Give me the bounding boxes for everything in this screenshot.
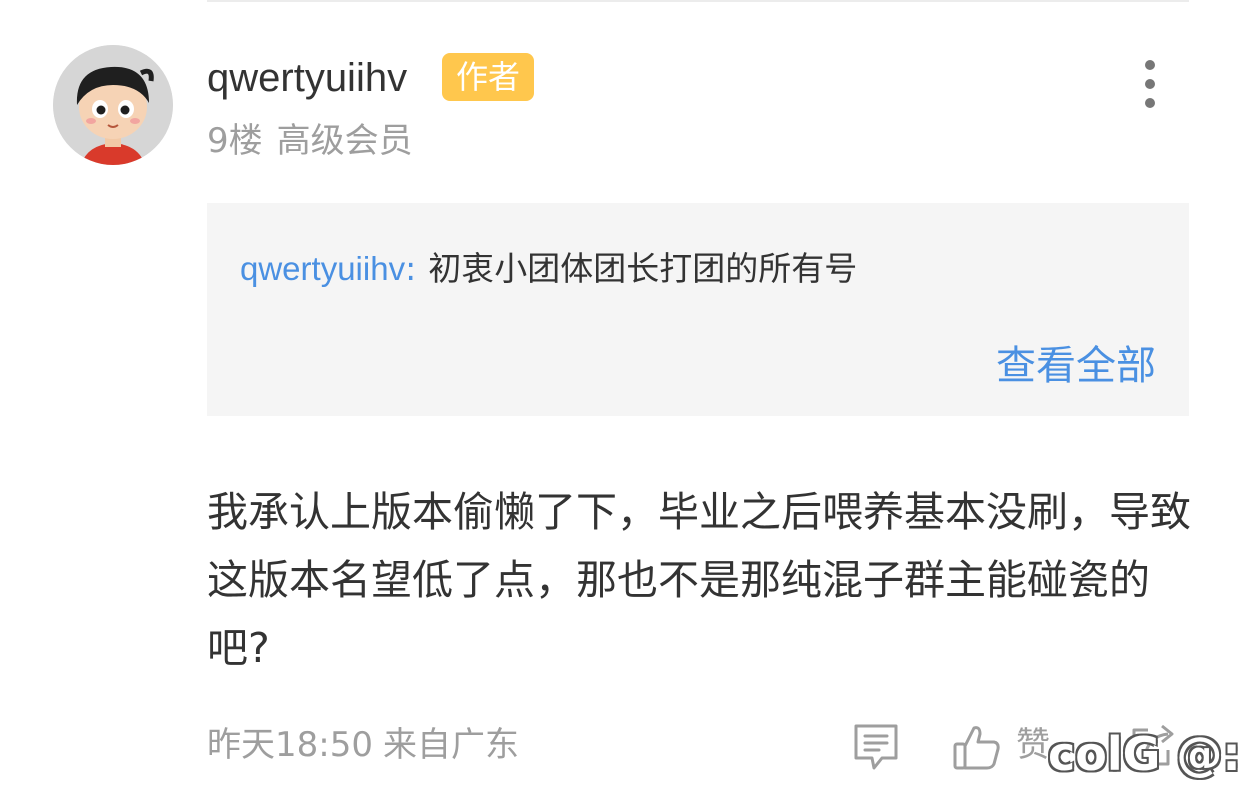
location: 来自广东 (382, 725, 519, 765)
thumbs-up-icon (953, 726, 1000, 770)
watermark: colG @: (1048, 727, 1241, 781)
member-level: 高级会员 (276, 121, 413, 161)
more-options-button[interactable] (1132, 56, 1168, 112)
like-label: 赞 (1016, 725, 1050, 765)
username[interactable]: qwertyuiihv (207, 52, 407, 104)
author-badge: 作者 (442, 53, 534, 101)
avatar[interactable] (53, 45, 173, 165)
reply-button[interactable] (852, 722, 900, 772)
comment-icon (854, 724, 898, 770)
quote-username[interactable]: qwertyuiihv (240, 250, 405, 287)
timestamp: 昨天18:50 (207, 725, 373, 765)
quoted-reply[interactable]: qwertyuiihv: 初衷小团体团长打团的所有号 查看全部 (207, 203, 1189, 416)
quote-line: qwertyuiihv: 初衷小团体团长打团的所有号 (240, 247, 857, 291)
cartoon-boy-avatar-icon (53, 45, 173, 165)
vertical-dots-icon (1145, 60, 1155, 108)
comment-body: 我承认上版本偷懒了下，毕业之后喂养基本没刷，导致这版本名望低了点，那也不是那纯混… (207, 488, 1191, 672)
floor-number: 9楼 (207, 121, 263, 161)
comment-page: qwertyuiihv 作者 9楼 高级会员 qwertyuiihv: 初衷小团体团… (0, 0, 1242, 804)
post-time: 昨天18:50 来自广东 (207, 722, 519, 768)
quote-text: 初衷小团体团长打团的所有号 (428, 249, 858, 288)
view-all-link[interactable]: 查看全部 (996, 339, 1156, 393)
quote-colon: : (405, 249, 417, 288)
divider (207, 0, 1189, 2)
user-meta: 9楼 高级会员 (207, 118, 413, 164)
